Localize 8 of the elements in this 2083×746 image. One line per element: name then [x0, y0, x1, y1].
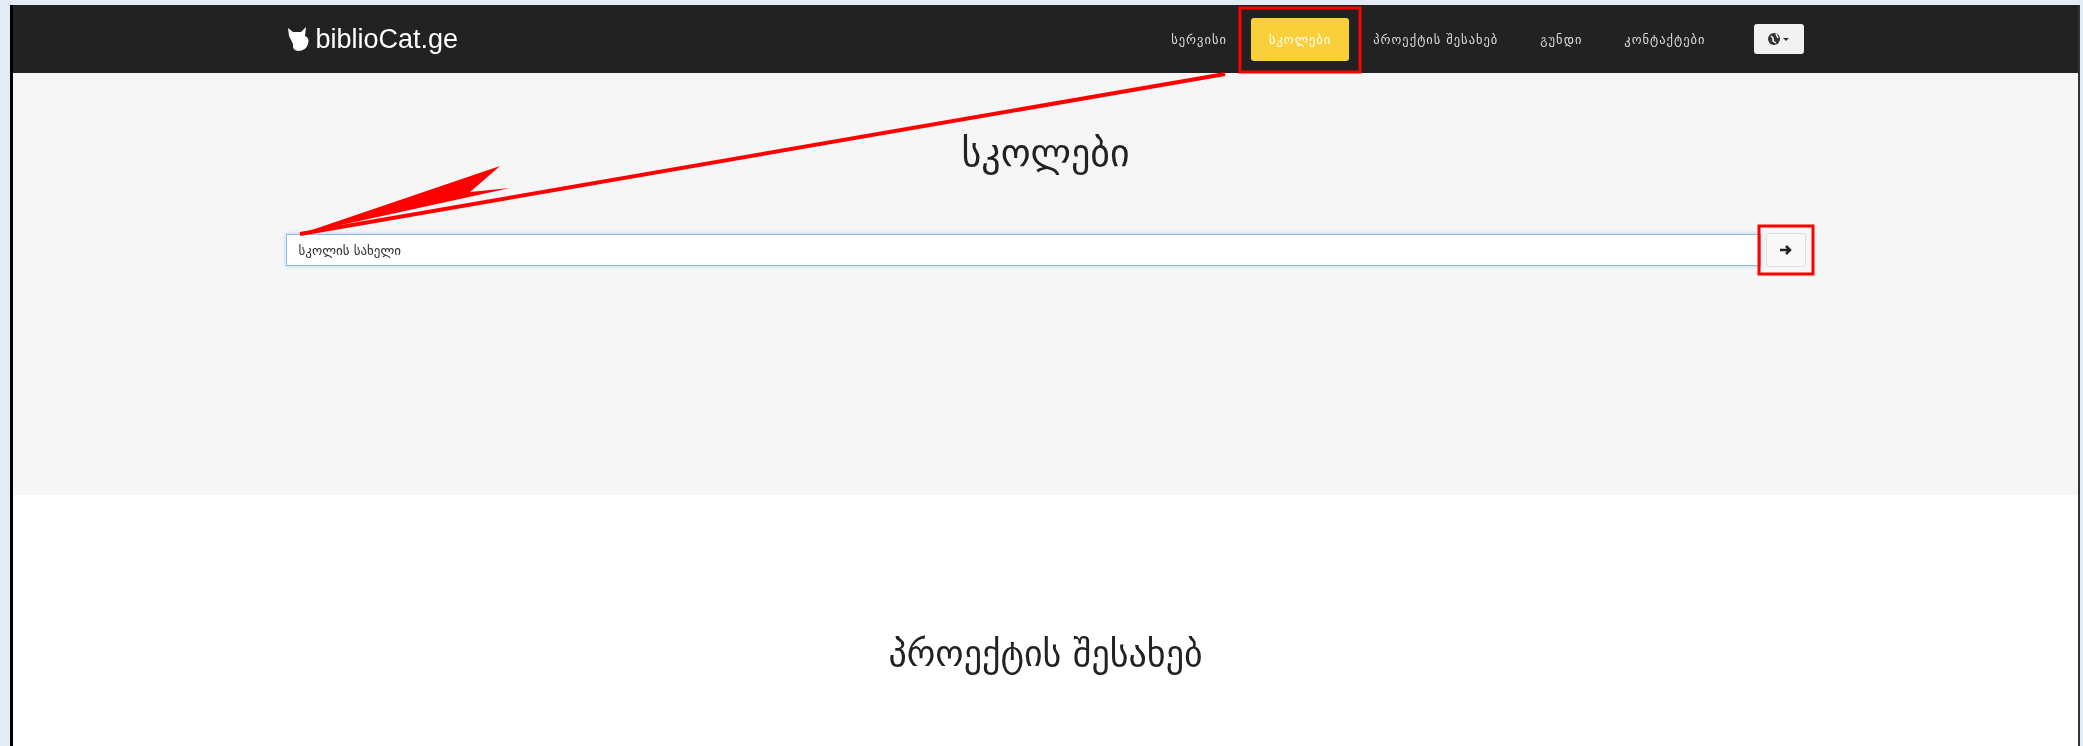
nav-link[interactable]: პროექტის შესახებ	[1355, 17, 1517, 61]
page-title: სკოლები	[961, 131, 1130, 175]
section-title: პროექტის შესახებ	[888, 633, 1203, 677]
search-field[interactable]: სკოლის სახელი	[285, 234, 1761, 266]
nav-link[interactable]: კონტაქტები	[1606, 17, 1724, 61]
nav-link[interactable]: გუნდი	[1522, 17, 1601, 61]
brand-name[interactable]: biblioCat.ge	[315, 23, 459, 55]
nav-link[interactable]: სერვისი	[1153, 17, 1245, 61]
